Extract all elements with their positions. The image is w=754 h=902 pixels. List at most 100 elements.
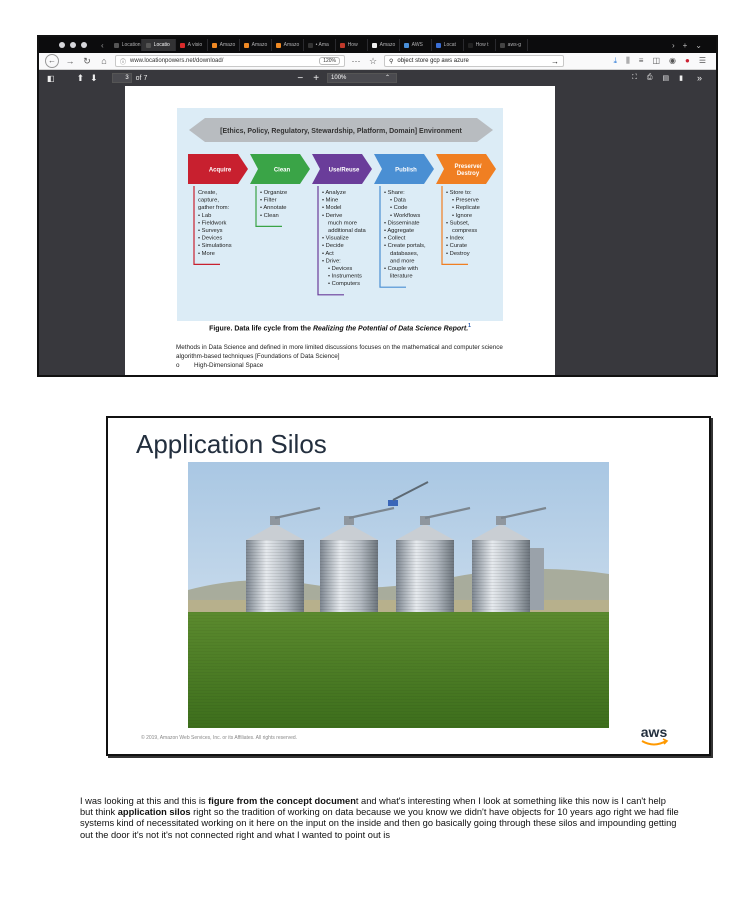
- stage-item: databases,: [390, 251, 419, 257]
- tab-favicon-icon: [243, 42, 249, 48]
- browser-tab[interactable]: Location:: [110, 39, 142, 51]
- browser-window-screenshot: ‹ Location:Locatio× A visio Amazo Amazo Amaz…: [37, 35, 718, 377]
- pdf-toolbar: ◧ ⬆ ⬇ 3 of 7 − + 100% ⌃ ⛶ ⎙ ▤ ▮ »: [39, 70, 716, 86]
- forward-icon[interactable]: →: [64, 56, 76, 66]
- stage-item: • Couple with: [384, 266, 418, 272]
- previous-page-icon[interactable]: ⬆: [77, 73, 85, 84]
- lifecycle-stages: AcquireCreate,capture,gather from:• Lab•…: [188, 154, 496, 296]
- tabs-scroll-right-icon[interactable]: ›: [672, 41, 675, 50]
- minimize-window-icon[interactable]: [70, 42, 76, 48]
- toggle-sidebar-icon[interactable]: ◧: [47, 74, 55, 83]
- tab-label: Location:: [121, 42, 142, 48]
- browser-tab[interactable]: • Ama: [304, 39, 336, 51]
- stage-item: • Filter: [260, 198, 277, 204]
- page-number-input[interactable]: 3: [111, 73, 132, 83]
- stage-item: • Aggregate: [384, 228, 414, 234]
- url-zoom-badge[interactable]: 120%: [319, 57, 340, 65]
- reload-icon[interactable]: ↻: [81, 56, 93, 67]
- tab-favicon-icon: [499, 42, 505, 48]
- menu-icon[interactable]: ☰: [699, 56, 706, 66]
- browser-tab[interactable]: A visio: [176, 39, 208, 51]
- close-window-icon[interactable]: [59, 42, 65, 48]
- browser-tab[interactable]: Locatio×: [141, 39, 176, 51]
- stage-item: gather from:: [198, 205, 230, 211]
- pocket-icon[interactable]: ◉: [669, 56, 676, 66]
- browser-tab[interactable]: AWS: [400, 39, 432, 51]
- presentation-mode-icon[interactable]: ⛶: [632, 74, 637, 82]
- stage-item: • Derive: [322, 213, 342, 219]
- tools-icon[interactable]: »: [697, 73, 702, 83]
- browser-tab[interactable]: Locat: [432, 39, 464, 51]
- tab-favicon-icon: [371, 42, 377, 48]
- zoom-in-icon[interactable]: +: [313, 73, 319, 84]
- stage-name: Clean: [274, 168, 291, 174]
- stage-item: • More: [198, 251, 215, 257]
- browser-tab[interactable]: How: [336, 39, 368, 51]
- stage-item: capture,: [198, 198, 219, 204]
- bookmark-star-icon[interactable]: ☆: [367, 56, 379, 67]
- tab-list-menu-icon[interactable]: ⌄: [695, 41, 702, 50]
- page-total-label: of 7: [135, 74, 148, 82]
- stage-item: and more: [390, 258, 415, 264]
- next-page-icon[interactable]: ⬇: [90, 73, 98, 84]
- extension-icon[interactable]: ●: [685, 56, 690, 66]
- browser-tab[interactable]: Amazo: [368, 39, 400, 51]
- stage-item: • Replicate: [452, 205, 480, 211]
- lifecycle-stage: Publish• Share:• Data• Code• Workflows• …: [374, 154, 434, 288]
- tab-favicon-icon: [275, 42, 281, 48]
- stage-item: • Index: [446, 236, 464, 242]
- stage-item: • Mine: [322, 198, 338, 204]
- stage-item: • Surveys: [198, 228, 223, 234]
- caption-reference-link[interactable]: 1: [468, 323, 471, 329]
- sidebar-icon[interactable]: ◫: [652, 56, 660, 66]
- tab-label: aws-g: [507, 42, 522, 48]
- browser-tab[interactable]: Amazo: [240, 39, 272, 51]
- caption-report-title: Realizing the Potential of Data Science …: [312, 325, 469, 333]
- library-icon[interactable]: ⫼: [626, 56, 630, 66]
- info-icon[interactable]: ⓘ: [120, 57, 126, 66]
- print-icon[interactable]: ⎙: [647, 74, 653, 82]
- lifecycle-stage: Use/Reuse • Analyze • Mine• Model • Derivem…: [312, 154, 372, 296]
- browser-tab[interactable]: aws-g: [496, 39, 528, 51]
- save-icon[interactable]: ▤: [663, 74, 670, 82]
- tab-label: Amazo: [251, 42, 268, 48]
- maximize-window-icon[interactable]: [81, 42, 87, 48]
- window-controls[interactable]: [39, 42, 95, 48]
- url-bar[interactable]: ⓘ www.locationpowers.net/download/ 120%: [115, 55, 345, 67]
- download-icon[interactable]: ⤓: [614, 56, 618, 66]
- tab-favicon-icon: [179, 42, 185, 48]
- stage-item: • Drive:: [322, 258, 341, 264]
- search-go-icon[interactable]: →: [551, 57, 559, 66]
- stage-item: Create,: [198, 190, 217, 196]
- stage-item: • Devices: [328, 266, 352, 272]
- tab-bar: ‹ Location:Locatio× A visio Amazo Amazo Amaz…: [39, 37, 716, 53]
- tab-favicon-icon: [307, 42, 313, 48]
- zoom-out-icon[interactable]: −: [297, 73, 303, 84]
- zoom-select[interactable]: 100% ⌃: [327, 73, 398, 83]
- tab-label: How: [347, 42, 358, 48]
- bookmark-icon[interactable]: ▮: [679, 74, 683, 82]
- chevron-down-icon: ⌃: [385, 75, 391, 81]
- new-tab-icon[interactable]: +: [683, 41, 688, 50]
- back-icon[interactable]: ←: [45, 54, 59, 68]
- search-input[interactable]: ⚲ object store gcp aws azure →: [384, 55, 564, 67]
- stage-item: • Create portals,: [384, 243, 426, 249]
- tabs-scroll-left-icon[interactable]: ‹: [95, 41, 110, 50]
- stage-item: • Code: [390, 205, 408, 211]
- stage-item: • Organize: [260, 190, 287, 196]
- environment-arrow: [Ethics, Policy, Regulatory, Stewardship…: [189, 118, 493, 142]
- stage-item: • Share:: [384, 190, 405, 196]
- lifecycle-stage: Clean • Organize • Filter• Annotate • Clean: [250, 154, 310, 228]
- stage-item: • Destroy: [446, 251, 470, 257]
- blue-conveyor: [388, 500, 398, 506]
- browser-tab[interactable]: Amazo: [208, 39, 240, 51]
- browser-tab[interactable]: Amazo: [272, 39, 304, 51]
- stage-item: compress: [452, 228, 477, 234]
- reader-view-icon[interactable]: ≡: [639, 56, 644, 66]
- browser-tab[interactable]: How t: [464, 39, 496, 51]
- home-icon[interactable]: ⌂: [98, 56, 110, 66]
- tab-favicon-icon: [467, 42, 473, 48]
- stage-item: • Devices: [198, 236, 222, 242]
- environment-label: [Ethics, Policy, Regulatory, Stewardship…: [220, 128, 462, 135]
- page-actions-icon[interactable]: ⋯: [350, 56, 362, 67]
